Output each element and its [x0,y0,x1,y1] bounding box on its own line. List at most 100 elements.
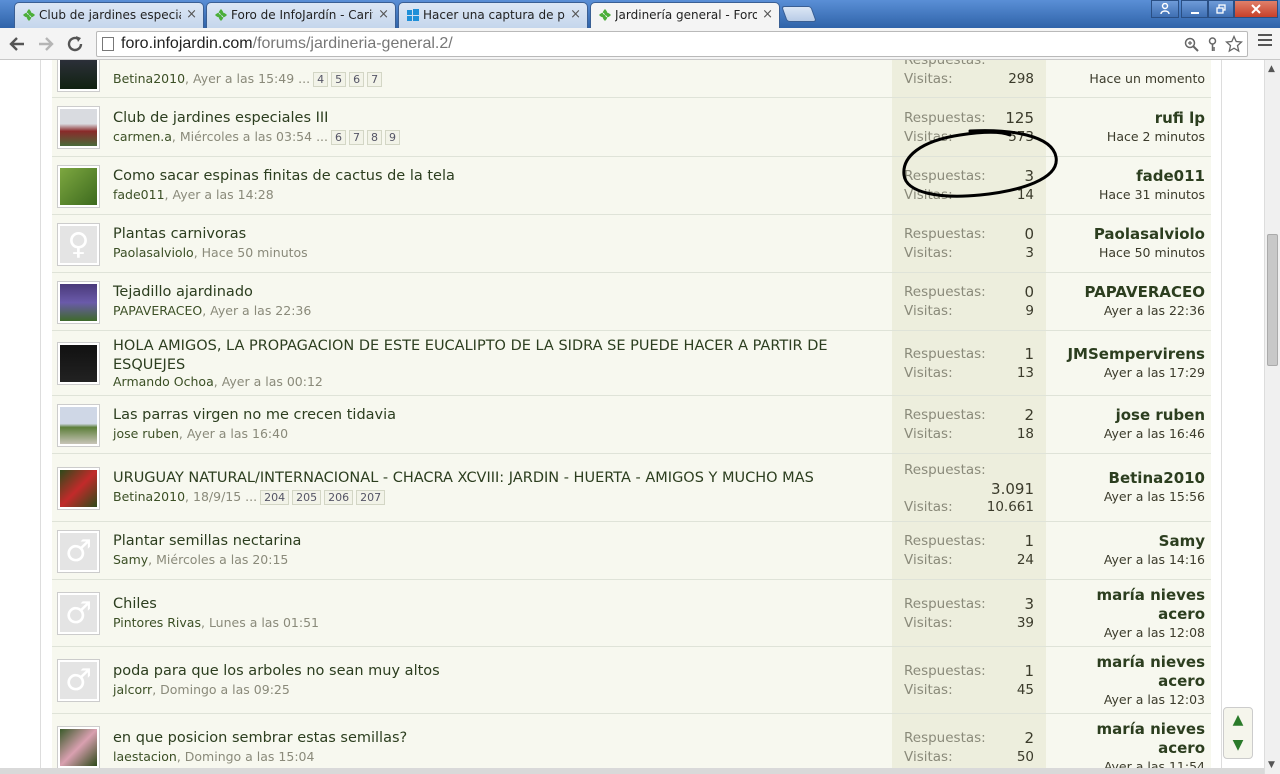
page-link[interactable]: 7 [367,72,383,87]
avatar[interactable] [57,280,100,324]
thread-title-link[interactable]: Club de jardines especiales III [113,109,883,128]
last-post-date-link[interactable]: Ayer a las 17:29 [1104,365,1205,380]
last-poster-link[interactable]: JMSempervirens [1055,345,1205,364]
reload-button[interactable] [63,32,87,56]
page-link[interactable]: 4 [313,72,329,87]
last-poster-link[interactable]: fade011 [1055,167,1205,186]
last-poster-link[interactable]: rufi lp [1055,109,1205,128]
thread-title-link[interactable]: Plantar semillas nectarina [113,532,883,551]
new-tab-button[interactable] [781,6,817,22]
avatar[interactable] [57,106,100,149]
avatar[interactable]: ♂ [57,592,100,635]
thread-title-link[interactable]: URUGUAY NATURAL/INTERNACIONAL - CHACRA X… [113,469,883,488]
thread-title-link[interactable]: Plantas carnivoras [113,225,883,244]
thread-author-link[interactable]: fade011 [113,187,165,202]
url-text[interactable]: foro.infojardin.com/forums/jardineria-ge… [121,35,453,53]
page-link[interactable]: 204 [260,490,290,505]
avatar[interactable] [57,60,100,92]
scroll-to-bottom-button[interactable]: ▼ [1224,733,1252,758]
thread-author-link[interactable]: PAPAVERACEO [113,303,202,318]
last-poster-link[interactable]: Betina2010 [1055,469,1205,488]
avatar[interactable] [57,164,100,208]
last-post-date-link[interactable]: Ayer a las 16:46 [1104,426,1205,441]
menu-icon[interactable] [1258,34,1272,48]
page-link[interactable]: 206 [324,490,354,505]
last-poster-link[interactable]: PAPAVERACEO [1055,283,1205,302]
address-bar[interactable]: foro.infojardin.com/forums/jardineria-ge… [96,31,1248,57]
thread-main-cell: ♂ Plantar semillas nectarina Samy, Miérc… [52,522,892,579]
page-link[interactable]: 9 [385,129,400,145]
last-poster-link[interactable]: Paolasalviolo [1055,225,1205,244]
last-post-date-link[interactable]: Ayer a las 15:56 [1104,489,1205,504]
tab-club-jardines[interactable]: Club de jardines especiales I × [14,2,204,28]
last-post-date-link[interactable]: Hace 31 minutos [1099,187,1205,202]
thread-title-link[interactable]: Como sacar espinas finitas de cactus de … [113,167,883,186]
key-icon[interactable] [1206,37,1219,52]
last-poster-link[interactable]: maría nieves acero [1055,720,1205,758]
restore-button[interactable] [1208,0,1234,18]
close-icon[interactable]: × [186,3,197,27]
last-post-date-link[interactable]: Ayer a las 12:08 [1104,625,1205,640]
thread-author-link[interactable]: Armando Ochoa [113,374,214,389]
thread-last-post-cell: JMSempervirens Ayer a las 17:29 [1046,331,1211,395]
scrollbar-thumb[interactable] [1267,234,1278,366]
scroll-up-arrow-icon[interactable]: ▲ [1268,64,1275,74]
thread-author-link[interactable]: jalcorr [113,682,152,697]
zoom-icon[interactable] [1184,37,1199,52]
tab-captura-pantalla[interactable]: Hacer una captura de pantal × [398,2,588,28]
last-post-date-link[interactable]: Ayer a las 14:16 [1104,552,1205,567]
user-button[interactable] [1151,0,1179,18]
thread-title-link[interactable]: Tejadillo ajardinado [113,283,883,302]
thread-author-link[interactable]: laestacion [113,749,177,764]
avatar[interactable]: ♀ [57,222,100,266]
tab-jardineria-general[interactable]: Jardinería general - Foro de × [590,2,780,28]
thread-title-link[interactable]: Chiles [113,595,883,614]
thread-author-link[interactable]: Betina2010 [113,71,185,86]
page-link[interactable]: 6 [331,129,346,145]
window-close-button[interactable] [1234,0,1278,18]
last-poster-link[interactable]: maría nieves acero [1055,653,1205,691]
tab-foro-caritas[interactable]: Foro de InfoJardín - Caritas × [206,2,396,28]
page-link[interactable]: 8 [367,129,382,145]
avatar[interactable] [57,342,100,385]
last-post-date-link[interactable]: Ayer a las 22:36 [1104,303,1205,318]
page-link[interactable]: 7 [349,129,364,145]
star-icon[interactable] [1225,35,1243,53]
last-post-date-link[interactable]: Hace 50 minutos [1099,245,1205,260]
thread-author-link[interactable]: jose ruben [113,426,179,441]
thread-author-link[interactable]: Betina2010 [113,489,185,504]
avatar[interactable] [57,726,100,769]
thread-author-link[interactable]: carmen.a [113,129,172,144]
scroll-to-top-button[interactable]: ▲ [1224,708,1252,733]
close-icon[interactable]: × [378,3,389,27]
last-poster-link[interactable]: Samy [1055,532,1205,551]
close-icon[interactable]: × [762,3,773,27]
close-icon[interactable]: × [570,3,581,27]
thread-title-link[interactable]: HOLA AMIGOS, LA PROPAGACION DE ESTE EUCA… [113,337,883,375]
scroll-down-arrow-icon[interactable]: ▼ [1268,760,1275,770]
vertical-scrollbar[interactable]: ▲ ▼ [1264,60,1280,774]
page-link[interactable]: 6 [349,72,365,87]
forward-button[interactable] [34,32,58,56]
back-button[interactable] [5,32,29,56]
avatar[interactable]: ♂ [57,659,100,702]
last-poster-link[interactable]: jose ruben [1055,406,1205,425]
avatar[interactable] [57,403,100,447]
page-link[interactable]: 5 [331,72,347,87]
avatar[interactable] [57,466,100,510]
thread-row: Como sacar espinas finitas de cactus de … [52,157,1211,215]
thread-title-link[interactable]: en que posicion sembrar estas semillas? [113,729,883,748]
thread-author-link[interactable]: Pintores Rivas [113,615,201,630]
thread-title-link[interactable]: Las parras virgen no me crecen tidavia [113,406,883,425]
minimize-button[interactable] [1181,0,1208,18]
thread-author-link[interactable]: Samy [113,552,148,567]
thread-author-link[interactable]: Paolasalviolo [113,245,194,260]
avatar[interactable]: ♂ [57,529,100,573]
last-poster-link[interactable]: maría nieves acero [1055,586,1205,624]
page-link[interactable]: 207 [356,490,386,505]
last-post-date-link[interactable]: Ayer a las 12:03 [1104,692,1205,707]
last-post-date-link[interactable]: Hace un momento [1089,71,1205,86]
last-post-date-link[interactable]: Hace 2 minutos [1107,129,1205,144]
page-link[interactable]: 205 [292,490,322,505]
thread-title-link[interactable]: poda para que los arboles no sean muy al… [113,662,883,681]
